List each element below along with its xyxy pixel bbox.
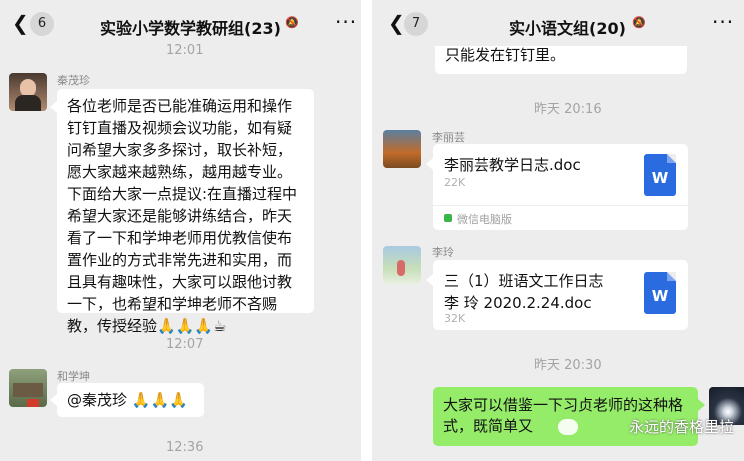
unread-count-badge[interactable]: 6	[30, 12, 54, 36]
sender-name: 秦茂珍	[57, 74, 90, 87]
timestamp: 12:01	[166, 43, 204, 58]
timestamp: 昨天 20:30	[534, 358, 602, 373]
message-bubble[interactable]: @秦茂珍 🙏🙏🙏	[50, 383, 204, 417]
word-doc-icon: W	[644, 272, 676, 314]
watermark-text: 永远的香格里拉	[628, 418, 734, 436]
bubble-tail	[698, 399, 705, 411]
message-text: 各位老师是否已能准确运用和操作钉钉直播及视频会议功能，如有疑问希望大家多多探讨，…	[67, 97, 298, 335]
wechat-pc-icon	[444, 214, 452, 222]
left-chat-panel: ❮ 6 实验小学数学教研组(23) 🔕 ··· 12:01 秦茂珍 各位老师是否…	[0, 0, 361, 461]
bell-muted-icon: 🔕	[632, 16, 646, 29]
panel-divider	[361, 0, 372, 461]
avatar-qin-maozhen[interactable]	[9, 73, 47, 111]
right-chat-header: ❮ 7 实小语文组(20) 🔕 ···	[372, 0, 744, 46]
more-options-icon[interactable]: ···	[712, 10, 734, 34]
file-name: 李丽芸教学日志.doc	[444, 156, 581, 174]
back-chevron-icon[interactable]: ❮	[388, 11, 405, 35]
bubble-tail	[426, 274, 433, 286]
avatar-li-ling[interactable]	[383, 246, 421, 284]
timestamp: 12:07	[166, 337, 204, 352]
sender-name: 李丽芸	[432, 131, 465, 144]
file-source: 微信电脑版	[433, 205, 688, 230]
file-size: 32K	[444, 312, 466, 325]
file-name: 三（1）班语文工作日志 李 玲 2020.2.24.doc	[444, 272, 604, 312]
sender-name: 李玲	[432, 246, 454, 259]
avatar-li-liyun[interactable]	[383, 130, 421, 168]
message-text: @秦茂珍 🙏🙏🙏	[67, 391, 188, 409]
timestamp: 12:36	[166, 440, 204, 455]
left-chat-header: ❮ 6 实验小学数学教研组(23) 🔕 ···	[0, 0, 361, 47]
chat-title: 实小语文组(20)	[509, 19, 626, 38]
unread-count-badge[interactable]: 7	[404, 12, 428, 36]
bubble-tail	[50, 101, 57, 113]
avatar-he-xuekun[interactable]	[9, 369, 47, 407]
wechat-logo-icon	[558, 419, 578, 435]
right-chat-panel: 只能发在钉钉里。 ❮ 7 实小语文组(20) 🔕 ··· 昨天 20:16 李丽…	[372, 0, 744, 461]
timestamp: 昨天 20:16	[534, 102, 602, 117]
message-bubble[interactable]: 各位老师是否已能准确运用和操作钉钉直播及视频会议功能，如有疑问希望大家多多探讨，…	[50, 89, 314, 335]
bubble-tail	[426, 158, 433, 170]
file-message-card[interactable]: 李丽芸教学日志.doc 22K W 微信电脑版	[426, 144, 688, 230]
file-size: 22K	[444, 176, 466, 189]
chat-title: 实验小学数学教研组(23)	[100, 19, 281, 38]
back-chevron-icon[interactable]: ❮	[12, 11, 29, 35]
sender-name: 和学坤	[57, 370, 90, 383]
bell-muted-icon: 🔕	[285, 16, 299, 29]
bubble-tail	[50, 394, 57, 406]
file-source-label: 微信电脑版	[457, 213, 512, 226]
word-doc-icon: W	[644, 154, 676, 196]
more-options-icon[interactable]: ···	[335, 10, 357, 34]
file-message-card[interactable]: 三（1）班语文工作日志 李 玲 2020.2.24.doc 32K W	[426, 260, 688, 330]
